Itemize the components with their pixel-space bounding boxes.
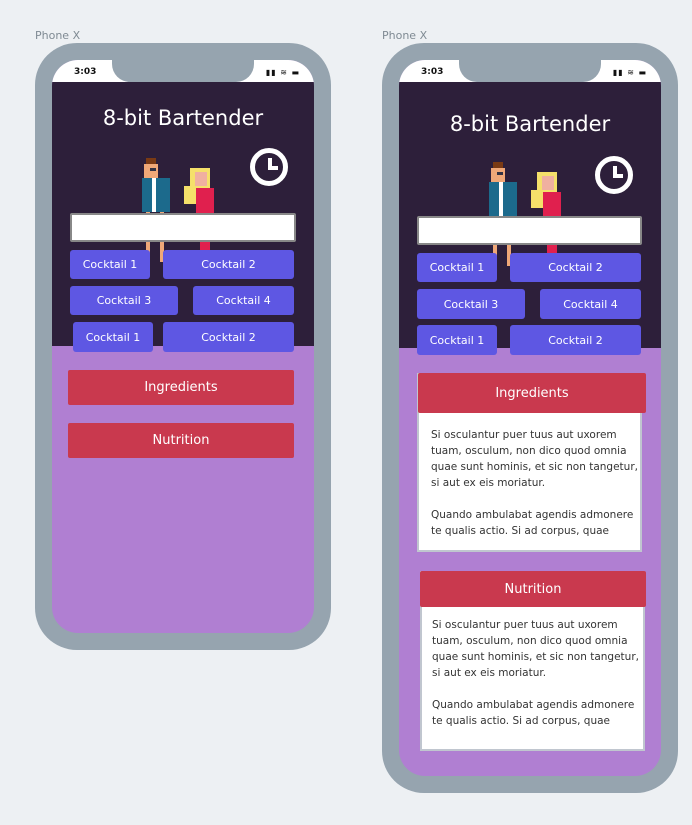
- search-input[interactable]: [70, 213, 296, 242]
- cocktail-button[interactable]: Cocktail 4: [540, 289, 641, 319]
- ingredients-button[interactable]: Ingredients: [68, 370, 294, 405]
- signal-wifi-battery-icon: ▮▮ ≋ ▬: [612, 68, 647, 77]
- app-title: 8-bit Bartender: [449, 112, 611, 136]
- history-clock-icon[interactable]: [250, 148, 288, 186]
- cocktail-button[interactable]: Cocktail 2: [510, 253, 641, 282]
- cocktail-button[interactable]: Cocktail 1: [70, 250, 150, 279]
- cocktail-button[interactable]: Cocktail 3: [70, 286, 178, 315]
- cocktail-button[interactable]: Cocktail 4: [193, 286, 294, 315]
- phone-screen: 3:03 ▮▮ ≋ ▬ 8-bit Bartender Cocktail 1 C…: [399, 60, 661, 776]
- history-clock-icon[interactable]: [595, 156, 633, 194]
- ingredients-text: Quando ambulabat agendis admonere te qua…: [431, 509, 634, 537]
- nutrition-text: Quando ambulabat agendis admonere te qua…: [432, 699, 635, 727]
- header: 8-bit Bartender Cocktail 1 Cocktail 2 Co…: [399, 82, 661, 355]
- device-label: Phone X: [35, 29, 81, 42]
- ingredients-text: Si osculantur puer tuus aut uxorem tuam,…: [431, 429, 638, 489]
- cocktail-button[interactable]: Cocktail 2: [510, 325, 641, 355]
- header: 8-bit Bartender Cocktail 1 Cocktail 2 Co…: [52, 82, 314, 352]
- cocktail-button[interactable]: Cocktail 2: [163, 250, 294, 279]
- status-time: 3:03: [421, 67, 444, 77]
- nutrition-header[interactable]: Nutrition: [420, 571, 646, 607]
- cocktail-button[interactable]: Cocktail 1: [417, 253, 497, 282]
- notch: [112, 60, 254, 82]
- phone-screen: 3:03 ▮▮ ≋ ▬ 8-bit Bartender Cocktail 1 C…: [52, 60, 314, 633]
- app-title: 8-bit Bartender: [102, 106, 264, 130]
- cocktail-button[interactable]: Cocktail 1: [417, 325, 497, 355]
- nutrition-button[interactable]: Nutrition: [68, 423, 294, 458]
- signal-wifi-battery-icon: ▮▮ ≋ ▬: [265, 68, 300, 77]
- search-input[interactable]: [417, 216, 642, 245]
- nutrition-text: Si osculantur puer tuus aut uxorem tuam,…: [432, 619, 639, 679]
- cocktail-button[interactable]: Cocktail 1: [73, 322, 153, 352]
- cocktail-button[interactable]: Cocktail 2: [163, 322, 294, 352]
- status-time: 3:03: [74, 67, 97, 77]
- notch: [459, 60, 601, 82]
- device-label: Phone X: [382, 29, 428, 42]
- cocktail-button[interactable]: Cocktail 3: [417, 289, 525, 319]
- ingredients-header[interactable]: Ingredients: [418, 373, 646, 413]
